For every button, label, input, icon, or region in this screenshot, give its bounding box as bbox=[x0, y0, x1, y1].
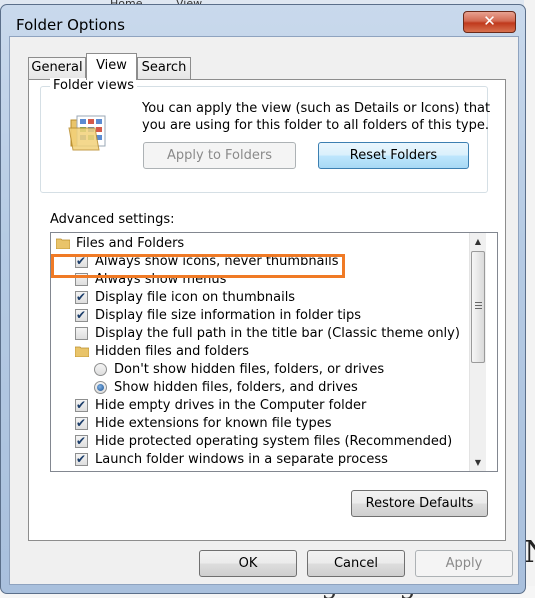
option-hide-extensions[interactable]: Hide extensions for known file types bbox=[51, 414, 469, 433]
checkbox[interactable] bbox=[75, 306, 88, 324]
folder-options-dialog: Folder Options ✕ General View Search Fol… bbox=[0, 4, 526, 594]
view-tab-panel: Folder views You can apply the view (suc… bbox=[28, 78, 506, 541]
folder-icon bbox=[75, 346, 89, 357]
option-display-file-icon-on-thumbnails[interactable]: Display file icon on thumbnails bbox=[51, 288, 469, 307]
restore-defaults-button[interactable]: Restore Defaults bbox=[351, 490, 488, 517]
close-icon: ✕ bbox=[483, 12, 496, 30]
folder-icon bbox=[56, 238, 70, 249]
scroll-up-arrow-icon[interactable]: ▲ bbox=[470, 233, 486, 250]
checkbox[interactable] bbox=[75, 288, 88, 306]
checkbox[interactable] bbox=[75, 414, 88, 432]
folder-views-title: Folder views bbox=[50, 78, 138, 93]
ok-button[interactable]: OK bbox=[199, 550, 297, 577]
scroll-down-arrow-icon[interactable]: ▼ bbox=[470, 454, 486, 471]
checkbox[interactable] bbox=[75, 396, 88, 414]
folder-views-icon bbox=[68, 115, 106, 151]
checkbox[interactable] bbox=[75, 432, 88, 450]
advanced-settings-label: Advanced settings: bbox=[50, 212, 175, 227]
option-hide-empty-drives[interactable]: Hide empty drives in the Computer folder bbox=[51, 396, 469, 415]
scrollbar-thumb[interactable] bbox=[471, 251, 485, 363]
reset-folders-button[interactable]: Reset Folders bbox=[318, 142, 469, 169]
option-dont-show-hidden[interactable]: Don't show hidden files, folders, or dri… bbox=[51, 361, 469, 379]
option-launch-separate-process[interactable]: Launch folder windows in a separate proc… bbox=[51, 450, 469, 469]
close-button[interactable]: ✕ bbox=[463, 11, 516, 33]
grip-icon bbox=[475, 302, 482, 309]
tab-view[interactable]: View bbox=[86, 53, 137, 80]
dialog-client-area: General View Search Folder views You can… bbox=[9, 36, 519, 585]
option-show-hidden[interactable]: Show hidden files, folders, and drives bbox=[51, 379, 469, 397]
radio-button[interactable] bbox=[94, 363, 107, 376]
tree-scrollbar[interactable]: ▲ ▼ bbox=[469, 233, 486, 471]
cancel-button[interactable]: Cancel bbox=[307, 550, 405, 577]
radio-button[interactable] bbox=[94, 381, 107, 394]
tab-general[interactable]: General bbox=[28, 57, 86, 79]
tree-item-hidden-files-and-folders: Hidden files and folders bbox=[51, 343, 469, 361]
tab-search[interactable]: Search bbox=[137, 57, 191, 79]
checkbox[interactable] bbox=[75, 327, 88, 340]
apply-to-folders-button[interactable]: Apply to Folders bbox=[143, 142, 296, 169]
option-display-file-size-info[interactable]: Display file size information in folder … bbox=[51, 306, 469, 325]
apply-button[interactable]: Apply bbox=[415, 550, 513, 577]
option-display-full-path[interactable]: Display the full path in the title bar (… bbox=[51, 325, 469, 343]
option-hide-protected-os-files[interactable]: Hide protected operating system files (R… bbox=[51, 432, 469, 451]
folder-views-description: You can apply the view (such as Details … bbox=[142, 101, 491, 133]
tree-item-files-and-folders: Files and Folders bbox=[51, 235, 469, 253]
checkbox[interactable] bbox=[75, 450, 88, 468]
annotation-highlight-box bbox=[51, 254, 345, 278]
dialog-title: Folder Options bbox=[16, 16, 125, 34]
